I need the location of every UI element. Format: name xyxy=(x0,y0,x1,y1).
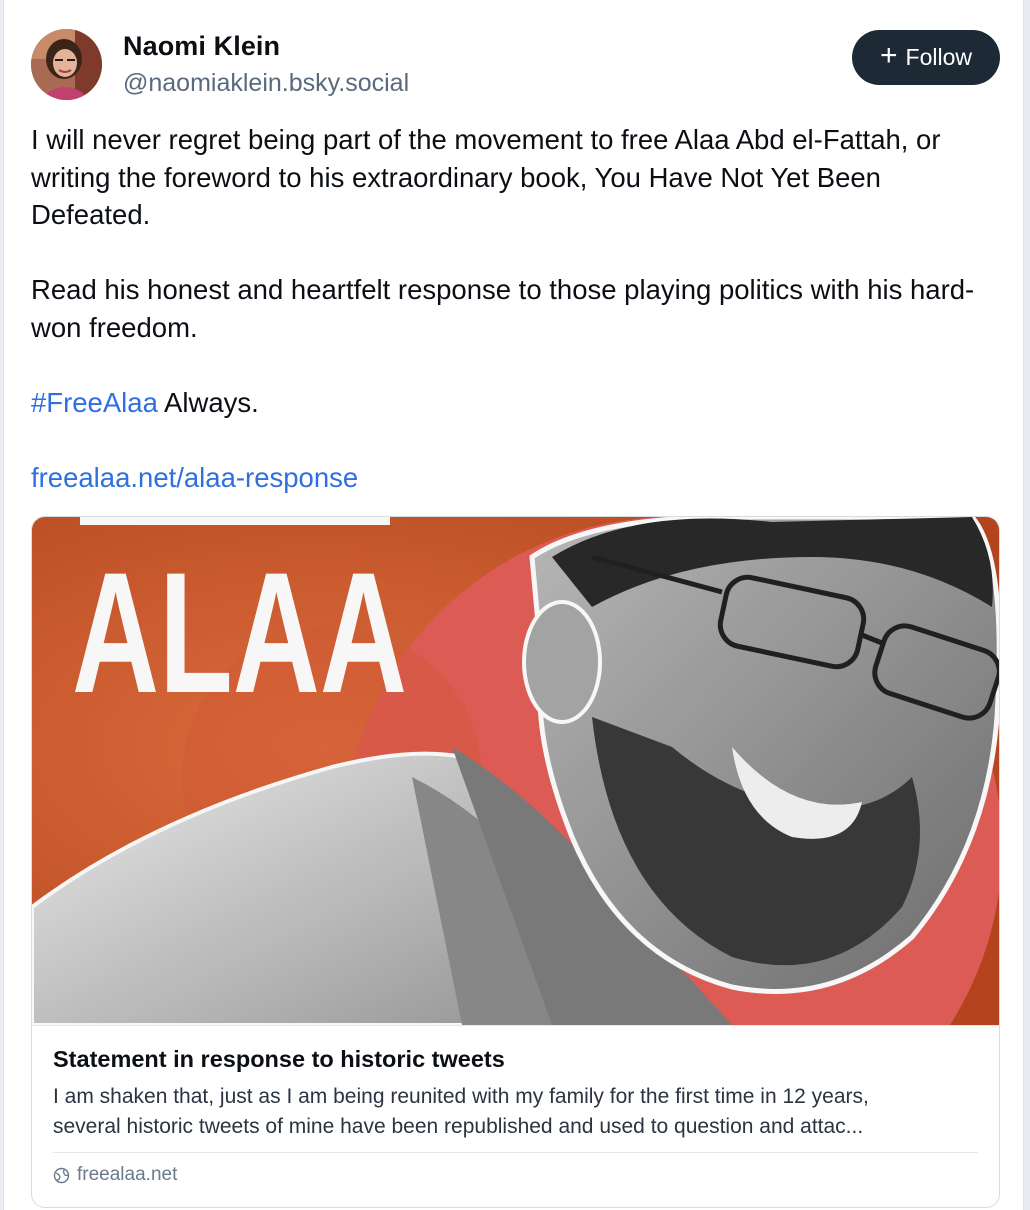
globe-icon xyxy=(53,1167,70,1183)
author-avatar[interactable] xyxy=(31,29,102,100)
link-preview-domain: freealaa.net xyxy=(53,1164,177,1186)
hashtag-link[interactable]: #FreeAlaa xyxy=(31,387,158,418)
link-line: freealaa.net/alaa-response xyxy=(31,459,1006,497)
author-handle[interactable]: @naomiaklein.bsky.social xyxy=(123,69,409,98)
post-text: I will never regret being part of the mo… xyxy=(31,121,1006,496)
description-line: I am shaken that, just as I am being reu… xyxy=(53,1085,869,1108)
link-preview-image: ALAA xyxy=(32,517,999,1025)
follow-button-label: Follow xyxy=(905,44,972,70)
avatar-image xyxy=(31,29,102,100)
link-preview-title[interactable]: Statement in response to historic tweets xyxy=(53,1046,505,1073)
domain-label: freealaa.net xyxy=(77,1164,178,1185)
hashtag-suffix: Always. xyxy=(157,386,259,418)
plus-icon: + xyxy=(880,39,898,72)
link-preview-body: Statement in response to historic tweets… xyxy=(32,1025,999,1207)
divider xyxy=(53,1152,978,1153)
hashtag-line: #FreeAlaa Always. xyxy=(31,384,1006,422)
post-paragraph: Read his honest and heartfelt response t… xyxy=(31,274,975,343)
link-preview-description: I am shaken that, just as I am being reu… xyxy=(53,1082,977,1142)
author-display-name[interactable]: Naomi Klein xyxy=(123,31,280,62)
post-card: Naomi Klein @naomiaklein.bsky.social + F… xyxy=(3,0,1024,1210)
post-paragraph: I will never regret being part of the mo… xyxy=(31,124,941,230)
description-line: several historic tweets of mine have bee… xyxy=(53,1115,864,1138)
follow-button[interactable]: + Follow xyxy=(852,30,1000,85)
external-link[interactable]: freealaa.net/alaa-response xyxy=(31,462,358,493)
link-preview-card[interactable]: ALAA Statement in response to historic t… xyxy=(31,516,1000,1208)
